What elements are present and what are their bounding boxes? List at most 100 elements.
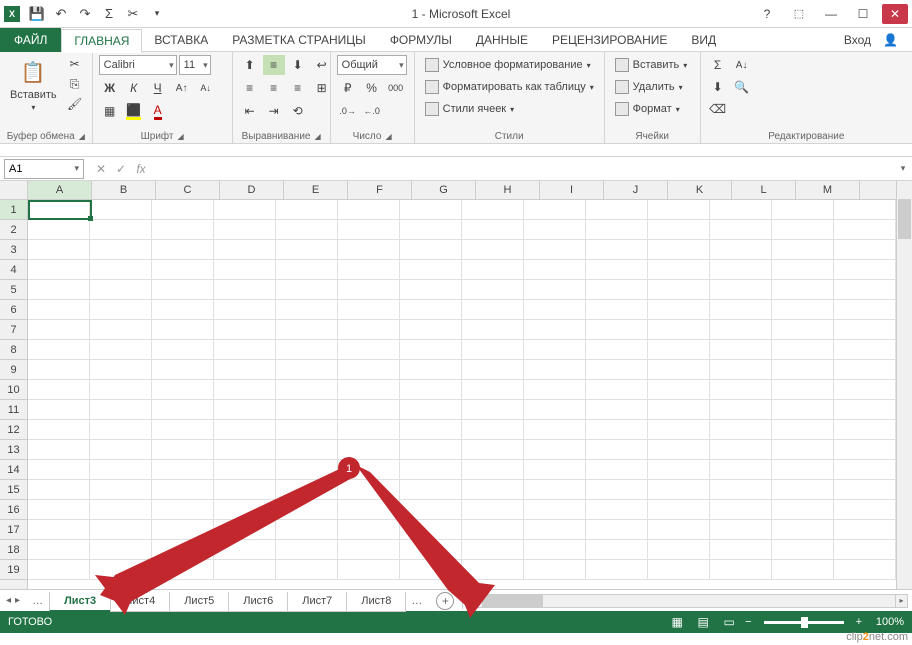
cell[interactable] [28, 520, 90, 540]
cell[interactable] [90, 280, 152, 300]
cell[interactable] [462, 540, 524, 560]
cell[interactable] [586, 360, 648, 380]
cell[interactable] [338, 460, 400, 480]
ribbon-options-icon[interactable]: ⬚ [786, 4, 812, 24]
save-icon[interactable]: 💾 [26, 3, 48, 25]
ribbon-tab-1[interactable]: ВСТАВКА [142, 28, 220, 52]
underline-button[interactable]: Ч [147, 78, 169, 98]
cell[interactable] [772, 340, 834, 360]
cell[interactable] [400, 500, 462, 520]
clear-button[interactable]: ⌫ [707, 99, 729, 119]
cell[interactable] [400, 560, 462, 580]
column-header[interactable]: F [348, 181, 412, 199]
cell[interactable] [772, 320, 834, 340]
cell[interactable] [400, 480, 462, 500]
cell[interactable] [338, 420, 400, 440]
cell[interactable] [648, 400, 710, 420]
cell[interactable] [710, 400, 772, 420]
cell[interactable] [524, 520, 586, 540]
cell[interactable] [152, 500, 214, 520]
cell[interactable] [90, 540, 152, 560]
cell[interactable] [834, 360, 896, 380]
cell[interactable] [648, 220, 710, 240]
cell[interactable] [462, 500, 524, 520]
cell[interactable] [710, 480, 772, 500]
cell[interactable] [276, 380, 338, 400]
cell[interactable] [772, 380, 834, 400]
cell[interactable] [214, 520, 276, 540]
row-header[interactable]: 5 [0, 280, 27, 300]
horizontal-scrollbar[interactable]: ◂▸ [470, 594, 908, 608]
row-header[interactable]: 13 [0, 440, 27, 460]
row-header[interactable]: 6 [0, 300, 27, 320]
cell[interactable] [524, 200, 586, 220]
cell[interactable] [710, 420, 772, 440]
cell[interactable] [90, 240, 152, 260]
cell[interactable] [648, 240, 710, 260]
align-middle-button[interactable]: ≡ [263, 55, 285, 75]
cell[interactable] [152, 460, 214, 480]
cell[interactable] [214, 400, 276, 420]
cell[interactable] [772, 480, 834, 500]
cell[interactable] [834, 320, 896, 340]
cut-icon[interactable]: ✂ [122, 3, 144, 25]
cell[interactable] [462, 320, 524, 340]
cell[interactable] [28, 480, 90, 500]
align-right-button[interactable]: ≡ [287, 78, 309, 98]
cell[interactable] [462, 360, 524, 380]
copy-button[interactable]: ⎘ [64, 75, 86, 93]
sort-filter-button[interactable]: A↓ [731, 55, 753, 75]
cell[interactable] [338, 520, 400, 540]
cell[interactable] [648, 440, 710, 460]
cell[interactable] [28, 440, 90, 460]
sheet-nav-prev-icon[interactable]: ▸ [15, 595, 20, 606]
cell[interactable] [400, 220, 462, 240]
signin-link[interactable]: Вход [840, 33, 875, 47]
sheet-tab[interactable]: Лист8 [346, 592, 406, 612]
cell[interactable] [338, 380, 400, 400]
fx-icon[interactable]: fx [132, 162, 150, 176]
cell[interactable] [152, 520, 214, 540]
cell[interactable] [28, 240, 90, 260]
row-header[interactable]: 17 [0, 520, 27, 540]
user-icon[interactable]: 👤 [879, 33, 902, 47]
cell[interactable] [462, 280, 524, 300]
increase-decimal-button[interactable]: .0→ [337, 101, 359, 121]
autosum-button[interactable]: Σ [707, 55, 729, 75]
cell[interactable] [28, 540, 90, 560]
cell[interactable] [772, 420, 834, 440]
cell[interactable] [834, 220, 896, 240]
row-header[interactable]: 18 [0, 540, 27, 560]
cell[interactable] [152, 380, 214, 400]
cell[interactable] [586, 500, 648, 520]
cell[interactable] [338, 540, 400, 560]
ribbon-tab-0[interactable]: ГЛАВНАЯ [61, 29, 142, 53]
cell[interactable] [462, 220, 524, 240]
cell[interactable] [214, 460, 276, 480]
cell[interactable] [214, 340, 276, 360]
cell[interactable] [524, 240, 586, 260]
font-dialog-launcher[interactable]: ◢ [178, 132, 184, 141]
formula-input[interactable] [154, 159, 894, 179]
zoom-out-icon[interactable]: − [745, 616, 751, 628]
cell[interactable] [586, 480, 648, 500]
cell[interactable] [524, 460, 586, 480]
cell[interactable] [214, 440, 276, 460]
cell[interactable] [214, 360, 276, 380]
cell[interactable] [276, 300, 338, 320]
column-header[interactable]: C [156, 181, 220, 199]
cell[interactable] [710, 280, 772, 300]
cell[interactable] [214, 240, 276, 260]
cell[interactable] [586, 440, 648, 460]
cell[interactable] [586, 520, 648, 540]
cell[interactable] [90, 200, 152, 220]
cell[interactable] [524, 440, 586, 460]
enter-formula-icon[interactable]: ✓ [112, 162, 130, 176]
column-header[interactable]: E [284, 181, 348, 199]
cell[interactable] [648, 260, 710, 280]
cell[interactable] [710, 560, 772, 580]
cell[interactable] [648, 320, 710, 340]
cell[interactable] [338, 200, 400, 220]
cell[interactable] [214, 280, 276, 300]
cell[interactable] [462, 480, 524, 500]
